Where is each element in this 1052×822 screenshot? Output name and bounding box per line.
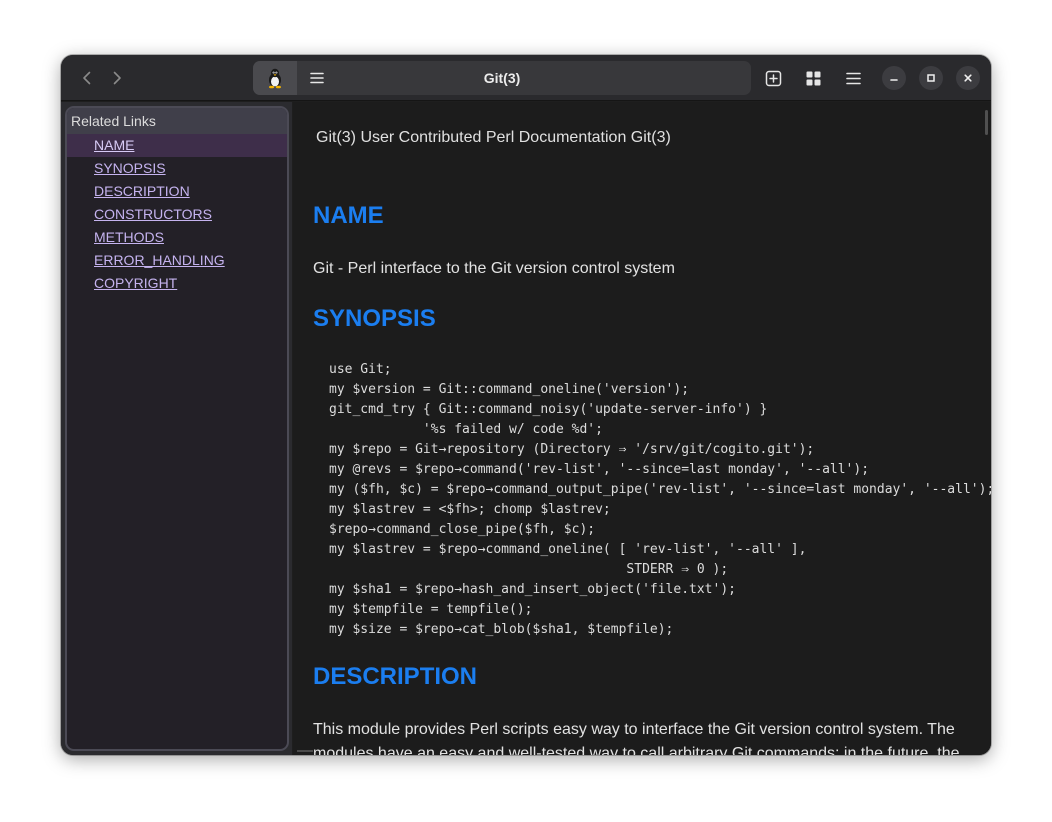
tux-penguin-icon (269, 68, 281, 89)
section-title-synopsis: SYNOPSIS (313, 305, 436, 332)
synopsis-code-block: use Git; my $version = Git::command_onel… (329, 362, 991, 637)
sidebar-item-error-handling[interactable]: ERROR_HANDLING (67, 249, 287, 272)
pane-resize-handle[interactable] (297, 750, 313, 752)
sidebar-item-description[interactable]: DESCRIPTION (67, 180, 287, 203)
minimize-icon (890, 79, 898, 81)
sidebar-link[interactable]: ERROR_HANDLING (94, 252, 225, 268)
header-bar: Git(3) (61, 55, 991, 101)
section-title-name: NAME (313, 202, 384, 229)
page-menu-button[interactable] (303, 66, 331, 90)
sidebar-link[interactable]: METHODS (94, 229, 164, 245)
chevron-right-icon (113, 71, 121, 85)
sidebar: Related Links NAME SYNOPSIS DESCRIPTION … (61, 102, 292, 755)
help-viewer-window: Git(3) Related Links NAME SYNOPSIS DESCR… (61, 55, 991, 755)
title-box: Git(3) (253, 61, 751, 95)
hamburger-menu-icon (845, 72, 861, 84)
close-button[interactable] (956, 66, 980, 90)
name-paragraph: Git - Perl interface to the Git version … (313, 260, 675, 277)
forward-button[interactable] (103, 64, 131, 92)
document-content[interactable]: Git(3) User Contributed Perl Documentati… (293, 102, 991, 755)
plus-square-icon (765, 70, 781, 86)
sidebar-item-copyright[interactable]: COPYRIGHT (67, 272, 287, 295)
related-links-panel: Related Links NAME SYNOPSIS DESCRIPTION … (65, 106, 289, 751)
description-paragraph: This module provides Perl scripts easy w… (313, 721, 960, 755)
scrollbar-thumb[interactable] (985, 110, 988, 135)
sidebar-heading: Related Links (67, 108, 287, 134)
section-title-description: DESCRIPTION (313, 663, 478, 690)
sidebar-link[interactable]: COPYRIGHT (94, 275, 177, 291)
sidebar-item-name[interactable]: NAME (67, 134, 287, 157)
hamburger-menu-icon (310, 72, 324, 84)
sidebar-link[interactable]: NAME (94, 137, 134, 153)
app-icon-button[interactable] (253, 61, 297, 95)
manpage-header: Git(3) User Contributed Perl Documentati… (316, 129, 671, 146)
sidebar-item-constructors[interactable]: CONSTRUCTORS (67, 203, 287, 226)
maximize-icon (927, 74, 935, 82)
back-button[interactable] (73, 64, 101, 92)
chevron-left-icon (83, 71, 91, 85)
minimize-button[interactable] (882, 66, 906, 90)
new-tab-button[interactable] (758, 63, 788, 93)
sidebar-item-synopsis[interactable]: SYNOPSIS (67, 157, 287, 180)
sidebar-link[interactable]: SYNOPSIS (94, 160, 166, 176)
sidebar-link[interactable]: CONSTRUCTORS (94, 206, 212, 222)
sidebar-item-methods[interactable]: METHODS (67, 226, 287, 249)
sidebar-link[interactable]: DESCRIPTION (94, 183, 190, 199)
maximize-button[interactable] (919, 66, 943, 90)
main-menu-button[interactable] (838, 63, 868, 93)
tab-overview-button[interactable] (798, 63, 828, 93)
close-icon (964, 74, 972, 82)
grid-icon (806, 71, 820, 85)
